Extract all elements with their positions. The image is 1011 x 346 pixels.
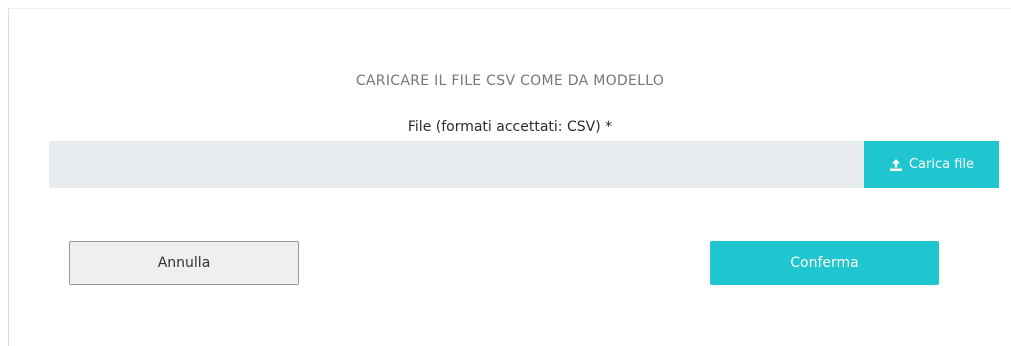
cancel-button[interactable]: Annulla xyxy=(69,241,299,285)
confirm-button[interactable]: Conferma xyxy=(710,241,939,285)
dialog-heading: CARICARE IL FILE CSV COME DA MODELLO xyxy=(355,73,665,89)
file-path-field[interactable] xyxy=(49,141,864,188)
upload-dialog: CARICARE IL FILE CSV COME DA MODELLO Fil… xyxy=(8,8,1011,346)
upload-icon xyxy=(889,158,903,172)
page: CARICARE IL FILE CSV COME DA MODELLO Fil… xyxy=(0,0,1011,346)
upload-file-button[interactable]: Carica file xyxy=(864,141,999,188)
file-upload-row: Carica file xyxy=(49,141,999,188)
file-field-label: File (formati accettati: CSV) * xyxy=(407,119,613,135)
upload-file-label: Carica file xyxy=(908,157,975,172)
